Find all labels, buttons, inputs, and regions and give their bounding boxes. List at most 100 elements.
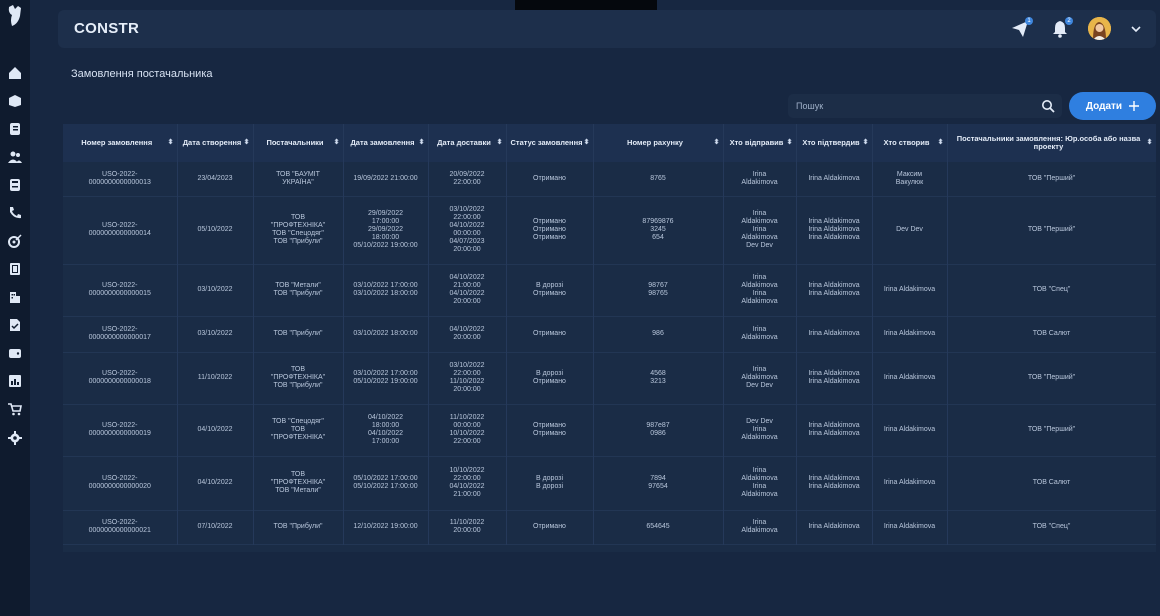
column-header[interactable]: Дата замовлення ⬍: [343, 124, 429, 162]
column-header[interactable]: Постачальники ⬍: [253, 124, 344, 162]
cell-line: 0000000000000018: [88, 378, 151, 385]
cell-line: 04/10/2022: [449, 222, 485, 229]
cell-line: Irina Aldakimova: [883, 286, 936, 293]
cell-line: Irina: [752, 274, 767, 281]
cell-line: Отримано: [533, 422, 566, 429]
add-button[interactable]: Додати: [1069, 92, 1156, 120]
table-row[interactable]: USO-2022- 0000000000000017 03/10/2022 ТОВ "…: [63, 316, 1156, 352]
cell-line: 04/10/2022: [197, 479, 233, 486]
table-row[interactable]: USO-2022- 0000000000000018 11/10/2022 ТОВ "П…: [63, 352, 1156, 404]
bell-icon[interactable]: 2: [1050, 17, 1073, 39]
cell-line: Отримано: [533, 234, 566, 241]
search-icon[interactable]: [1041, 99, 1055, 113]
cell-line: USO-2022-: [102, 370, 138, 377]
sort-icon[interactable]: ⬍: [714, 139, 720, 147]
column-header[interactable]: Хто підтвердив ⬍: [796, 124, 873, 162]
cell-line: 654645: [646, 523, 670, 530]
cell-line: Dev Dev: [746, 418, 773, 425]
column-header-label: Хто створив: [883, 138, 930, 147]
sort-icon[interactable]: ⬍: [938, 139, 944, 147]
cell-created: 04/10/2022: [177, 404, 254, 456]
sort-icon[interactable]: ⬍: [419, 139, 425, 147]
column-header[interactable]: Статус замовлення ⬍: [506, 124, 594, 162]
box-icon[interactable]: [7, 93, 23, 109]
table-row[interactable]: USO-2022- 0000000000000015 03/10/2022 ТОВ "…: [63, 264, 1156, 316]
cell-line: Aldakimova: [741, 218, 778, 225]
cell-line: 87969876: [642, 218, 674, 225]
cell-line: Отримано: [533, 378, 566, 385]
cell-line: ТОВ "Прибули": [273, 330, 323, 337]
calculator-icon[interactable]: [7, 177, 23, 193]
cell-line: 23/04/2023: [197, 174, 233, 182]
cell-invoice: 654645: [593, 510, 724, 544]
cell-line: Aldakimova: [741, 178, 778, 186]
cell-sent-by: Irina Aldakimova Irina Aldakimova Dev Dev: [723, 196, 797, 264]
cell-line: 98765: [648, 290, 668, 297]
book-icon[interactable]: [7, 121, 23, 137]
cell-order: USO-2022- 0000000000000013: [63, 162, 178, 196]
sort-icon[interactable]: ⬍: [244, 139, 250, 147]
users-icon[interactable]: [7, 149, 23, 165]
cell-line: Максим: [896, 170, 923, 178]
sort-icon[interactable]: ⬍: [497, 139, 503, 147]
cell-line: ТОВ "Спец": [1032, 523, 1071, 530]
building-icon[interactable]: [7, 289, 23, 305]
cell-line: 05/10/2022 17:00:00: [353, 475, 418, 482]
cell-created: 05/10/2022: [177, 196, 254, 264]
cell-line: USO-2022-: [102, 222, 138, 229]
cell-line: 21:00:00: [453, 282, 481, 289]
report-icon[interactable]: [7, 373, 23, 389]
cell-suppliers: ТОВ "ПРОФТЕХНІКА" ТОВ "Прибули": [253, 352, 344, 404]
cell-line: "ПРОФТЕХНІКА": [270, 434, 326, 441]
table-row[interactable]: USO-2022- 0000000000000021 07/10/2022 ТОВ "…: [63, 510, 1156, 544]
sort-icon[interactable]: ⬍: [168, 139, 174, 147]
column-header-label: Дата створення: [182, 138, 242, 147]
cell-line: 18:00:00: [371, 234, 400, 241]
column-header[interactable]: Дата доставки ⬍: [428, 124, 507, 162]
cell-line: 10/10/2022: [449, 430, 485, 437]
cell-line: Dev Dev: [746, 382, 773, 389]
cell-line: 10/10/2022: [449, 467, 485, 474]
sort-icon[interactable]: ⬍: [863, 139, 869, 147]
table-row[interactable]: USO-2022- 0000000000000019 04/10/2022 ТОВ "…: [63, 404, 1156, 456]
send-icon[interactable]: 1: [1010, 17, 1033, 39]
column-header[interactable]: Номер рахунку ⬍: [593, 124, 724, 162]
search-input[interactable]: [788, 94, 1044, 118]
column-header[interactable]: Хто створив ⬍: [872, 124, 948, 162]
sort-icon[interactable]: ⬍: [334, 139, 340, 147]
owl-logo-icon[interactable]: [4, 4, 26, 28]
file-check-icon[interactable]: [7, 317, 23, 333]
sort-icon[interactable]: ⬍: [584, 139, 590, 147]
chevron-down-icon[interactable]: [1130, 23, 1142, 35]
cell-line: 987e87: [646, 422, 670, 429]
table-row[interactable]: USO-2022- 0000000000000013 23/04/2023 ТОВ "…: [63, 162, 1156, 196]
sort-icon[interactable]: ⬍: [787, 139, 793, 147]
cell-line: Aldakimova: [741, 374, 778, 381]
target-icon[interactable]: [7, 233, 23, 249]
column-header[interactable]: Номер замовлення ⬍: [63, 124, 178, 162]
table-row[interactable]: USO-2022- 0000000000000014 05/10/2022 ТОВ "П…: [63, 196, 1156, 264]
sort-icon[interactable]: ⬍: [1147, 139, 1153, 147]
column-header[interactable]: Хто відправив ⬍: [723, 124, 797, 162]
cell-line: 04/07/2023: [449, 238, 485, 245]
cell-order: USO-2022- 0000000000000017: [63, 316, 178, 352]
table-row[interactable]: USO-2022- 0000000000000020 04/10/2022 ТОВ "П…: [63, 456, 1156, 510]
cell-line: 18:00:00: [371, 422, 400, 429]
phone-icon[interactable]: [7, 205, 23, 221]
column-header[interactable]: Дата створення ⬍: [177, 124, 254, 162]
cell-created-by: Irina Aldakimova: [872, 316, 948, 352]
cart-icon[interactable]: [7, 401, 23, 417]
plus-icon: [1129, 101, 1140, 111]
cell-line: Irina: [752, 483, 767, 490]
settings-icon[interactable]: [7, 430, 23, 446]
wallet-icon[interactable]: [7, 345, 23, 361]
cell-line: ТОВ "Спецодяг": [272, 230, 324, 237]
cell-line: 05/10/2022 17:00:00: [353, 483, 418, 490]
cell-delivery: 04/10/2022 21:00:00 04/10/2022 20:00:00: [428, 264, 507, 316]
column-header[interactable]: Постачальники замовлення: Юр.особа або н…: [947, 124, 1156, 162]
brand-title: CONSTR: [74, 20, 140, 37]
document-icon[interactable]: [7, 261, 23, 277]
home-icon[interactable]: [7, 65, 23, 81]
cell-line: ТОВ: [290, 426, 306, 433]
avatar[interactable]: [1088, 17, 1111, 40]
